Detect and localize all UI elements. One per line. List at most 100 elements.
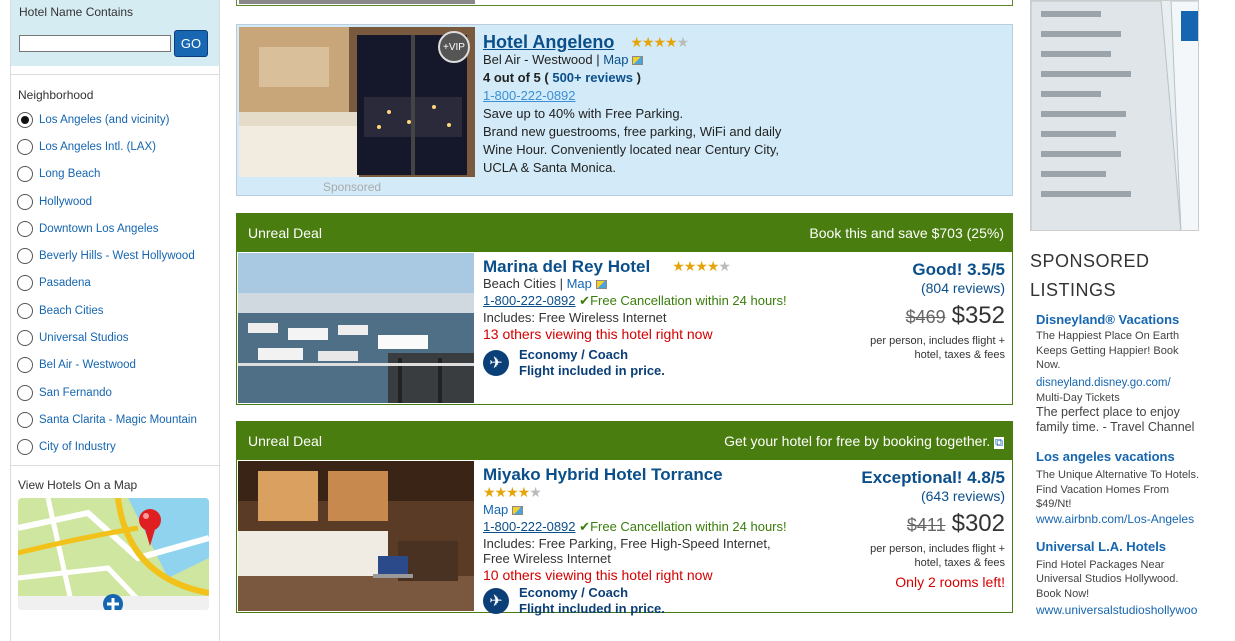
- ad-extra-link[interactable]: Multi-Day Tickets: [1036, 391, 1200, 406]
- neighborhood-label[interactable]: Beach Cities: [39, 305, 104, 317]
- ad-title-link[interactable]: Los angeles vacations: [1036, 449, 1175, 464]
- radio-button[interactable]: [17, 357, 33, 374]
- neighborhood-option[interactable]: City of Industry: [11, 434, 219, 461]
- radio-button[interactable]: [17, 439, 33, 456]
- neighborhood-option[interactable]: Beverly Hills - West Hollywood: [11, 242, 219, 269]
- neighborhood-option[interactable]: Los Angeles (and vicinity): [11, 106, 219, 133]
- rating-prefix: 4 out of 5 (: [483, 70, 549, 85]
- hotel-name-search-panel: Hotel Name Contains GO: [11, 0, 219, 66]
- previous-listing-edge: [236, 0, 1013, 6]
- deal-card: Unreal Deal Get your hotel for free by b…: [236, 421, 1013, 616]
- neighborhood-option[interactable]: Bel Air - Westwood: [11, 352, 219, 379]
- hotel-name-link[interactable]: Miyako Hybrid Hotel Torrance: [483, 465, 723, 484]
- map-link[interactable]: Map: [603, 52, 628, 67]
- viewing-count: 13 others viewing this hotel right now: [483, 326, 713, 342]
- airplane-icon: ✈: [483, 350, 509, 376]
- advertisement-image[interactable]: [1030, 0, 1199, 231]
- neighborhood-label[interactable]: Los Angeles Intl. (LAX): [39, 141, 156, 153]
- neighborhood-option[interactable]: Pasadena: [11, 270, 219, 297]
- ad-description: Find Hotel Packages Near Universal Studi…: [1036, 558, 1179, 600]
- map-link[interactable]: Map: [567, 276, 592, 291]
- hotel-name-link[interactable]: Marina del Rey Hotel: [483, 258, 650, 275]
- desc-line-2: Wine Hour. Conveniently located near Cen…: [483, 142, 780, 157]
- hotel-name-search-label: Hotel Name Contains: [19, 5, 134, 19]
- sponsored-hotel-card: +VIP Sponsored Hotel Angeleno ★★★★★ Bel …: [236, 24, 1013, 196]
- filter-sidebar: Hotel Name Contains GO Neighborhood Los …: [10, 0, 220, 641]
- reviews-link[interactable]: (643 reviews): [861, 488, 1005, 504]
- neighborhood-option[interactable]: Santa Clarita - Magic Mountain: [11, 406, 219, 433]
- neighborhood-option[interactable]: Beach Cities: [11, 297, 219, 324]
- radio-button[interactable]: [17, 111, 33, 128]
- radio-button[interactable]: [17, 411, 33, 428]
- map-icon: [511, 506, 523, 516]
- neighborhood-label[interactable]: Los Angeles (and vicinity): [39, 114, 169, 126]
- map-icon: [632, 56, 644, 66]
- radio-button[interactable]: [17, 302, 33, 319]
- price-note-1: per person, includes flight +: [870, 335, 1005, 347]
- neighborhood-label[interactable]: Pasadena: [39, 277, 91, 289]
- neighborhood-label[interactable]: Universal Studios: [39, 332, 128, 344]
- neighborhood-label[interactable]: City of Industry: [39, 441, 116, 453]
- neighborhood-option[interactable]: Downtown Los Angeles: [11, 215, 219, 242]
- sponsored-label: Sponsored: [323, 180, 382, 194]
- hotel-name-input[interactable]: [19, 35, 171, 52]
- ad-item: Los angeles vacations The Unique Alterna…: [1036, 448, 1200, 526]
- reviews-link[interactable]: (804 reviews): [870, 280, 1005, 296]
- cancellation-note: Free Cancellation within 24 hours!: [590, 293, 787, 308]
- reviews-link[interactable]: 500+ reviews: [552, 70, 633, 85]
- ad-description: The Unique Alternative To Hotels. Find V…: [1036, 469, 1200, 510]
- ad-url-link[interactable]: www.universalstudioshollywoo: [1036, 603, 1197, 617]
- hotel-room-photo[interactable]: +VIP: [239, 27, 475, 177]
- neighborhood-option[interactable]: Los Angeles Intl. (LAX): [11, 133, 219, 160]
- ad-title-link[interactable]: Universal L.A. Hotels: [1036, 539, 1166, 554]
- hotel-room-photo[interactable]: [238, 461, 474, 611]
- flight-class: Economy / Coach: [519, 585, 629, 600]
- neighborhood-label[interactable]: Downtown Los Angeles: [39, 223, 159, 235]
- ad-title-link[interactable]: Disneyland® Vacations: [1036, 312, 1179, 327]
- radio-button[interactable]: [17, 138, 33, 155]
- deal-tag: Unreal Deal: [248, 225, 322, 241]
- star-rating: ★★★★★: [630, 34, 689, 50]
- map-thumbnail[interactable]: [18, 498, 209, 610]
- neighborhood-option[interactable]: Long Beach: [11, 161, 219, 188]
- neighborhood-option[interactable]: Universal Studios: [11, 324, 219, 351]
- desc-line-3: UCLA & Santa Monica.: [483, 160, 616, 175]
- radio-button[interactable]: [17, 220, 33, 237]
- hotel-name-link[interactable]: Hotel Angeleno: [483, 33, 614, 51]
- neighborhood-option[interactable]: San Fernando: [11, 379, 219, 406]
- ad-url-link[interactable]: disneyland.disney.go.com/: [1036, 377, 1171, 389]
- radio-button[interactable]: [17, 248, 33, 265]
- phone-link[interactable]: 1-800-222-0892: [483, 88, 576, 103]
- deal-price: $302: [951, 510, 1005, 537]
- check-icon: ✔: [579, 293, 591, 308]
- sponsored-listings-heading-2: LISTINGS: [1030, 280, 1117, 300]
- radio-button[interactable]: [17, 275, 33, 292]
- neighborhood-label[interactable]: San Fernando: [39, 387, 112, 399]
- neighborhood-option[interactable]: Hollywood: [11, 188, 219, 215]
- neighborhood-label[interactable]: Bel Air - Westwood: [39, 359, 136, 371]
- phone-link[interactable]: 1-800-222-0892: [483, 293, 576, 308]
- neighborhood-label[interactable]: Hollywood: [39, 196, 92, 208]
- phone-link[interactable]: 1-800-222-0892: [483, 519, 576, 534]
- neighborhood-label[interactable]: Santa Clarita - Magic Mountain: [39, 414, 197, 426]
- price-note-1: per person, includes flight +: [870, 543, 1005, 555]
- neighborhood-label[interactable]: Long Beach: [39, 168, 100, 180]
- radio-button[interactable]: [17, 384, 33, 401]
- promo-text: Save up to 40% with Free Parking.: [483, 106, 684, 121]
- amenities-line-2: Free Wireless Internet: [483, 551, 611, 566]
- go-button[interactable]: GO: [174, 30, 208, 57]
- radio-button[interactable]: [17, 193, 33, 210]
- hotel-marina-photo[interactable]: [238, 253, 474, 403]
- ad-url-link[interactable]: www.airbnb.com/Los-Angeles: [1036, 512, 1194, 526]
- neighborhood-list: Los Angeles (and vicinity) Los Angeles In…: [11, 106, 219, 461]
- rating-suffix: ): [636, 70, 641, 85]
- review-score: Good! 3.5/5: [912, 260, 1005, 279]
- view-map-title: View Hotels On a Map: [18, 477, 138, 492]
- neighborhood-label[interactable]: Beverly Hills - West Hollywood: [39, 250, 195, 262]
- external-link-icon[interactable]: ⧉: [994, 436, 1004, 449]
- price-note-2: hotel, taxes & fees: [914, 349, 1006, 361]
- radio-button[interactable]: [17, 330, 33, 347]
- map-link[interactable]: Map: [483, 502, 508, 517]
- neighborhood-title: Neighborhood: [18, 88, 94, 102]
- radio-button[interactable]: [17, 166, 33, 183]
